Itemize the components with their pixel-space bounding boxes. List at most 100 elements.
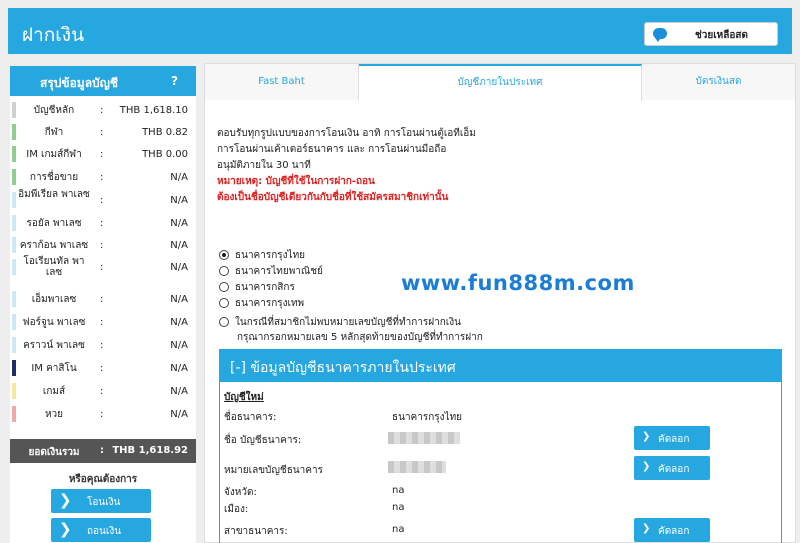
balance-value: N/A	[170, 294, 188, 305]
balance-row: IM คาสิโน: N/A	[10, 357, 196, 379]
intro-line: การโอนผ่านเค้าเตอร์ธนาคาร และ การโอนผ่าน…	[217, 144, 447, 155]
balance-color-marker	[12, 146, 16, 162]
new-account-heading: บัญชีใหม่	[224, 392, 264, 403]
balance-row: เกมส์: N/A	[10, 380, 196, 402]
balance-row: บัญชีหลัก: THB 1,618.10	[10, 99, 196, 121]
city-label: เมือง:	[224, 504, 249, 515]
local-bank-info-title: [-] ข้อมูลบัญชีธนาคารภายในประเทศ	[230, 360, 456, 376]
balance-wallet-name: กีฬา	[44, 127, 64, 138]
deposit-intro: ตอบรับทุกรูปแบบของการโอนเงิน อาทิ การโอน…	[217, 126, 476, 206]
intro-line: อนุมัติภายใน 30 นาที	[217, 160, 311, 171]
balance-value: N/A	[170, 317, 188, 328]
balance-wallet-name: โอเรียนทัล พาเลซ	[23, 256, 85, 278]
balance-value: N/A	[170, 218, 188, 229]
balance-value: THB 1,618.10	[119, 105, 188, 116]
balance-row: คราวน์ พาเลซ: N/A	[10, 334, 196, 356]
balance-color-marker	[12, 192, 16, 208]
balance-wallet-name: บัญชีหลัก	[33, 105, 75, 116]
balance-value: THB 0.00	[142, 149, 188, 160]
balance-value: N/A	[170, 386, 188, 397]
balance-row: การชื่อขาย: N/A	[10, 166, 196, 188]
radio[interactable]	[219, 317, 229, 327]
balance-value: N/A	[170, 340, 188, 351]
radio[interactable]	[219, 298, 229, 308]
live-help-button[interactable]: ช่วยเหลือสด	[644, 22, 778, 46]
chat-bubble-icon	[653, 28, 667, 42]
page-header: ฝากเงิน ช่วยเหลือสด	[8, 8, 792, 54]
balance-value: N/A	[170, 240, 188, 251]
local-bank-info-panel: [-] ข้อมูลบัญชีธนาคารภายในประเทศ บัญชีให…	[219, 349, 782, 543]
balance-color-marker	[12, 337, 16, 353]
account-summary-title: สรุปข้อมูลบัญชี	[40, 76, 119, 90]
total-balance-label: ยอดเงินรวม	[28, 447, 80, 458]
balance-row: หวย: N/A	[10, 403, 196, 425]
deposit-main-panel: Fast Baht บัญชีภายในประเทศ บัตรเงินสด ตอ…	[204, 63, 796, 543]
intro-note: หมายเหตุ: บัญชีที่ใช้ในการฝาก-ถอน	[217, 176, 375, 187]
balance-row: เอ็มพาเลซ: N/A	[10, 288, 196, 310]
radio[interactable]	[219, 266, 229, 276]
account-name-redacted	[388, 432, 460, 444]
tab-local-bank[interactable]: บัญชีภายในประเทศ	[359, 64, 642, 101]
balance-value: THB 0.82	[142, 127, 188, 138]
alternative-actions-heading: หรือคุณต้องการ	[68, 474, 138, 485]
balance-color-marker	[12, 169, 16, 185]
transfer-button[interactable]: ❯ โอนเงิน	[51, 489, 151, 513]
balance-wallet-name: อิมพีเรียล พาเลซ	[18, 189, 90, 200]
chevron-right-icon: ❯	[642, 461, 651, 472]
bank-name-value: ธนาคารกรุงไทย	[392, 412, 463, 423]
chevron-right-icon: ❯	[642, 523, 651, 534]
chevron-right-icon: ❯	[59, 491, 72, 509]
deposit-tabs: Fast Baht บัญชีภายในประเทศ บัตรเงินสด	[205, 64, 795, 101]
radio-selected[interactable]	[219, 250, 229, 260]
account-summary-sidebar: สรุปข้อมูลบัญชี ? บัญชีหลัก: THB 1,618.10…	[10, 66, 196, 543]
balance-row: รอยัล พาเลซ: N/A	[10, 212, 196, 234]
tab-fast-baht[interactable]: Fast Baht	[205, 64, 359, 100]
province-value: na	[392, 485, 405, 496]
balance-row: คราก้อน พาเลซ: N/A	[10, 234, 196, 256]
total-balance-row: ยอดเงินรวม : THB 1,618.92	[10, 439, 196, 463]
balance-wallet-name: รอยัล พาเลซ	[26, 218, 82, 229]
province-label: จังหวัด:	[224, 487, 257, 498]
balance-color-marker	[12, 259, 16, 275]
copy-branch-button[interactable]: ❯ คัดลอก	[634, 518, 710, 542]
balance-wallet-name: หวย	[44, 409, 64, 420]
copy-account-number-button[interactable]: ❯ คัดลอก	[634, 456, 710, 480]
local-bank-info-header[interactable]: [-] ข้อมูลบัญชีธนาคารภายในประเทศ	[220, 350, 781, 382]
balance-wallet-name: เอ็มพาเลซ	[31, 294, 77, 305]
balance-color-marker	[12, 406, 16, 422]
balance-wallet-name: คราก้อน พาเลซ	[19, 240, 89, 251]
account-number-redacted	[388, 461, 446, 473]
account-summary-header: สรุปข้อมูลบัญชี ?	[10, 66, 196, 96]
balance-color-marker	[12, 102, 16, 118]
balance-color-marker	[12, 215, 16, 231]
balance-color-marker	[12, 237, 16, 253]
balance-wallet-name: การชื่อขาย	[29, 172, 79, 183]
account-name-label: ชื่อ บัญชีธนาคาร:	[224, 435, 302, 446]
city-value: na	[392, 502, 405, 513]
total-balance-value: THB 1,618.92	[112, 445, 188, 456]
intro-note: ต้องเป็นชื่อบัญชีเดียวกันกับชื่อที่ใช้สม…	[217, 192, 449, 203]
balance-row: อิมพีเรียล พาเลซ: N/A	[10, 189, 196, 211]
balance-color-marker	[12, 314, 16, 330]
tab-cash-card[interactable]: บัตรเงินสด	[642, 64, 795, 100]
account-number-label: หมายเลขบัญชีธนาคาร	[224, 465, 323, 476]
balance-row: ฟอร์จูน พาเลซ: N/A	[10, 311, 196, 333]
chevron-right-icon: ❯	[642, 431, 651, 442]
help-question-icon[interactable]: ?	[171, 74, 178, 88]
balance-wallet-name: IM คาสิโน	[31, 363, 77, 374]
bank-name-label: ชื่อธนาคาร:	[224, 412, 277, 423]
site-watermark: www.fun888m.com	[401, 271, 635, 295]
live-help-label: ช่วยเหลือสด	[695, 30, 749, 41]
balance-value: N/A	[170, 363, 188, 374]
page-title: ฝากเงิน	[22, 24, 85, 46]
withdraw-button[interactable]: ❯ ถอนเงิน	[51, 518, 151, 542]
radio[interactable]	[219, 282, 229, 292]
balance-value: N/A	[170, 409, 188, 420]
balance-row: กีฬา: THB 0.82	[10, 121, 196, 143]
copy-account-name-button[interactable]: ❯ คัดลอก	[634, 426, 710, 450]
balance-value: N/A	[170, 195, 188, 206]
balance-row: โอเรียนทัล พาเลซ: N/A	[10, 256, 196, 278]
balance-value: N/A	[170, 172, 188, 183]
balance-wallet-name: IM เกมส์กีฬา	[26, 149, 82, 160]
balance-color-marker	[12, 383, 16, 399]
